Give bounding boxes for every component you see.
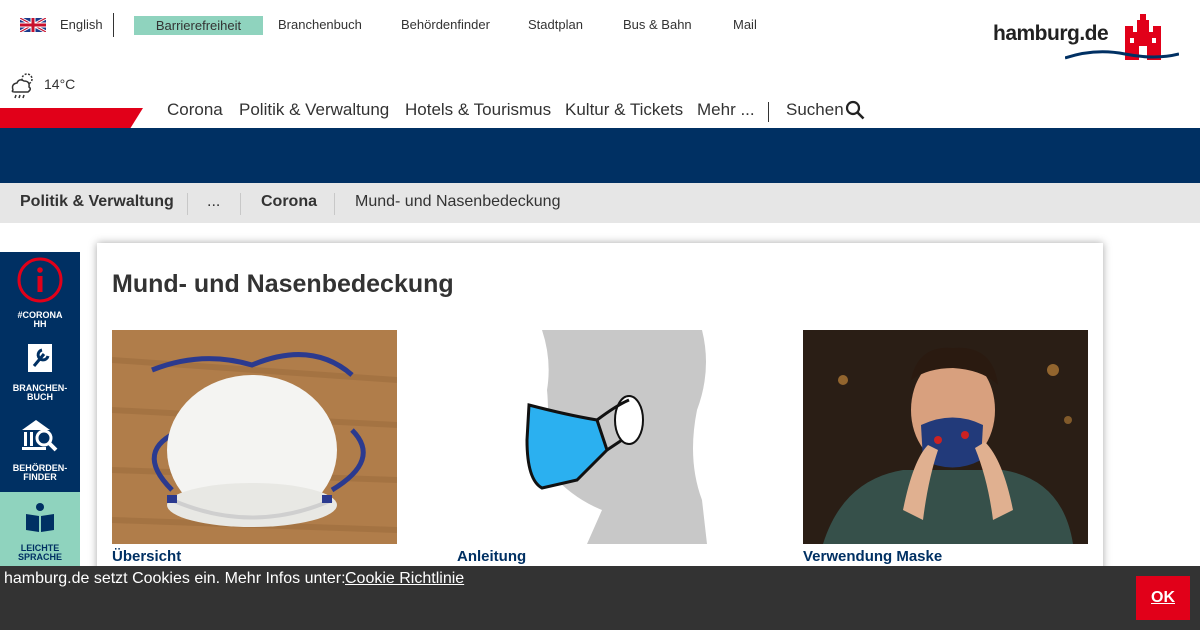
breadcrumb-ellipsis[interactable]: ... xyxy=(207,193,220,211)
wrench-book-icon xyxy=(28,344,52,372)
logo-wave xyxy=(1065,50,1179,60)
search-icon[interactable] xyxy=(845,100,865,120)
barrierefreiheit-link[interactable]: Barrierefreiheit xyxy=(134,16,263,35)
sidebar-label: BUCH xyxy=(27,392,53,402)
breadcrumb-current: Mund- und Nasenbedeckung xyxy=(355,193,561,210)
cookie-text: hamburg.de setzt Cookies ein. Mehr Infos… xyxy=(4,570,346,587)
nav-divider xyxy=(768,102,769,122)
sidebar-label: FINDER xyxy=(23,472,57,482)
tile-uebersicht[interactable]: Übersicht xyxy=(112,330,397,565)
sidebar-item-behoerdenfinder[interactable]: BEHÖRDEN- FINDER xyxy=(0,412,80,492)
info-icon xyxy=(17,257,63,303)
bus-bahn-link[interactable]: Bus & Bahn xyxy=(623,17,692,32)
building-search-icon xyxy=(22,420,58,452)
cookie-policy-link[interactable]: Cookie Richtlinie xyxy=(345,570,464,588)
sidebar-label: SPRACHE xyxy=(17,552,62,562)
temperature: 14°C xyxy=(44,76,76,92)
quick-sidebar: #CORONA HH BRANCHEN- BUCH BEHÖRDEN- FIND… xyxy=(0,252,80,572)
cookie-banner: hamburg.de setzt Cookies ein. Mehr Infos… xyxy=(0,566,1200,630)
breadcrumb-separator xyxy=(334,193,335,215)
breadcrumb: Politik & Verwaltung ... Corona Mund- un… xyxy=(0,183,1200,223)
open-book-icon xyxy=(26,503,54,532)
behoerdenfinder-link[interactable]: Behördenfinder xyxy=(401,17,490,32)
cookie-ok-button[interactable]: OK xyxy=(1136,576,1190,620)
breadcrumb-separator xyxy=(187,193,188,215)
sidebar-item-corona[interactable]: #CORONA HH xyxy=(0,252,80,332)
stadtplan-link[interactable]: Stadtplan xyxy=(528,17,583,32)
uk-flag-icon[interactable] xyxy=(20,18,46,32)
mask-illustration[interactable] xyxy=(457,330,742,544)
sidebar-label: HH xyxy=(33,319,47,329)
cloud-rain-sun-icon xyxy=(11,73,33,99)
branchenbuch-link[interactable]: Branchenbuch xyxy=(278,17,362,32)
nav-kultur-tickets[interactable]: Kultur & Tickets xyxy=(565,100,683,120)
tile-anleitung[interactable]: Anleitung xyxy=(457,330,742,565)
main-nav: Corona Politik & Verwaltung Hotels & Tou… xyxy=(0,100,1200,128)
sidebar-item-leichte-sprache[interactable]: LEICHTE SPRACHE xyxy=(0,492,80,572)
breadcrumb-separator xyxy=(240,193,241,215)
man-wearing-mask-photo[interactable] xyxy=(803,330,1088,544)
search-button[interactable]: Suchen xyxy=(786,100,844,120)
ffp2-mask-photo[interactable] xyxy=(112,330,397,544)
language-link[interactable]: English xyxy=(60,17,103,32)
sidebar-item-branchenbuch[interactable]: BRANCHEN- BUCH xyxy=(0,332,80,412)
nav-mehr[interactable]: Mehr ... xyxy=(697,100,755,120)
nav-politik-verwaltung[interactable]: Politik & Verwaltung xyxy=(239,100,389,120)
breadcrumb-corona[interactable]: Corona xyxy=(261,193,317,211)
logo-text: hamburg.de xyxy=(993,22,1109,45)
divider xyxy=(113,13,114,37)
nav-corona[interactable]: Corona xyxy=(167,100,223,120)
hamburg-logo[interactable]: hamburg.de xyxy=(993,12,1183,68)
nav-hotels-tourismus[interactable]: Hotels & Tourismus xyxy=(405,100,551,120)
tile-label[interactable]: Verwendung Maske xyxy=(803,548,942,565)
tile-label[interactable]: Übersicht xyxy=(112,548,181,565)
breadcrumb-politik[interactable]: Politik & Verwaltung xyxy=(20,193,174,211)
page-title: Mund- und Nasenbedeckung xyxy=(112,270,454,298)
weather-widget: 14°C xyxy=(8,70,88,100)
content-card: Mund- und Nasenbedeckung Übersicht Anlei… xyxy=(97,243,1103,583)
tile-verwendung-maske[interactable]: Verwendung Maske xyxy=(803,330,1088,565)
header-blue-bar xyxy=(0,128,1200,183)
mail-link[interactable]: Mail xyxy=(733,17,757,32)
tile-label[interactable]: Anleitung xyxy=(457,548,526,565)
